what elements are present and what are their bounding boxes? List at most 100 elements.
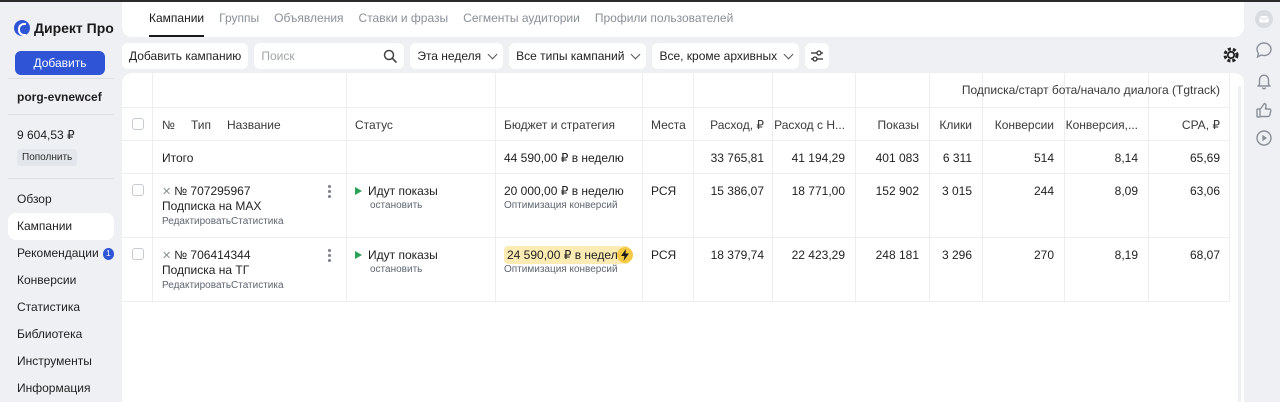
sidebar-nav: Обзор Кампании Рекомендации 1 Конверсии С… bbox=[8, 186, 114, 402]
search-icon bbox=[384, 49, 398, 63]
sidebar-item-label: Информация bbox=[17, 381, 91, 395]
campaign-clicks: 3 296 bbox=[941, 248, 972, 262]
header-spend-vat[interactable]: Расход с Н... bbox=[774, 118, 845, 132]
logo-text: Директ Про bbox=[34, 20, 114, 36]
campaign-budget[interactable]: 20 000,00 ₽ в неделю bbox=[504, 184, 624, 198]
header-impressions[interactable]: Показы bbox=[878, 118, 919, 132]
campaigns-table: Подписка/старт бота/начало диалога (Tgtr… bbox=[122, 73, 1244, 402]
sidebar-item-label: Инструменты bbox=[17, 354, 92, 368]
search-input[interactable]: Поиск bbox=[254, 43, 405, 69]
campaign-places: РСЯ bbox=[651, 248, 677, 262]
row-checkbox[interactable] bbox=[132, 248, 144, 260]
campaign-status: Идут показы bbox=[355, 184, 438, 198]
sidebar-item-label: Статистика bbox=[17, 300, 81, 314]
main-area: Кампании Группы Объявления Ставки и фраз… bbox=[122, 2, 1244, 402]
chevron-down-icon bbox=[487, 49, 498, 59]
campaign-budget[interactable]: 24 590,00 ₽ в неделю bbox=[504, 246, 630, 264]
header-conversion-rate[interactable]: Конверсия,... bbox=[1066, 118, 1138, 132]
lightning-icon[interactable] bbox=[617, 247, 633, 263]
archive-filter-select[interactable]: Все, кроме архивных bbox=[652, 43, 800, 69]
sidebar-item-campaigns[interactable]: Кампании bbox=[8, 213, 114, 240]
thumbs-up-icon[interactable] bbox=[1255, 101, 1273, 119]
header-budget[interactable]: Бюджет и стратегия bbox=[504, 118, 615, 132]
vertical-scrollbar[interactable] bbox=[1238, 86, 1241, 402]
total-budget: 44 590,00 ₽ в неделю bbox=[504, 151, 624, 165]
right-rail bbox=[1249, 2, 1280, 402]
header-places[interactable]: Места bbox=[651, 118, 686, 132]
sidebar-item-label: Библиотека bbox=[17, 327, 83, 341]
period-select[interactable]: Эта неделя bbox=[410, 43, 504, 69]
row-divider bbox=[122, 140, 1230, 141]
header-name[interactable]: Название bbox=[227, 118, 281, 132]
topup-button[interactable]: Пополнить bbox=[17, 149, 78, 166]
campaign-places: РСЯ bbox=[651, 184, 677, 198]
header-status[interactable]: Статус bbox=[355, 118, 393, 132]
sidebar-item-recommendations[interactable]: Рекомендации 1 bbox=[8, 240, 114, 267]
settings-gear-icon[interactable] bbox=[1221, 45, 1241, 65]
statistics-link[interactable]: Статистика bbox=[231, 216, 284, 227]
sidebar-item-tools[interactable]: Инструменты bbox=[8, 348, 114, 375]
campaign-strategy: Оптимизация конверсий bbox=[504, 200, 618, 211]
account-login[interactable]: porg-evnewcef bbox=[17, 90, 102, 104]
tab-bids-phrases[interactable]: Ставки и фразы bbox=[359, 2, 449, 37]
total-impressions: 401 083 bbox=[875, 151, 919, 165]
row-checkbox[interactable] bbox=[132, 184, 144, 196]
status-text: Идут показы bbox=[368, 248, 438, 262]
stop-campaign-link[interactable]: остановить bbox=[370, 200, 422, 211]
divider bbox=[8, 78, 114, 79]
campaign-impressions: 152 902 bbox=[875, 184, 919, 198]
campaign-name-link[interactable]: Подписка на ТГ bbox=[162, 263, 249, 277]
campaign-types-select[interactable]: Все типы кампаний bbox=[509, 43, 647, 69]
header-conversions[interactable]: Конверсии bbox=[995, 118, 1054, 132]
account-balance: 9 604,53 ₽ bbox=[17, 128, 75, 142]
status-text: Идут показы bbox=[368, 184, 438, 198]
header-num[interactable]: № bbox=[162, 118, 175, 132]
row-divider bbox=[122, 237, 1230, 238]
tab-campaigns[interactable]: Кампании bbox=[149, 2, 205, 37]
period-value: Эта неделя bbox=[417, 49, 482, 63]
tab-audience-segments[interactable]: Сегменты аудитории bbox=[463, 2, 580, 37]
sidebar-item-statistics[interactable]: Статистика bbox=[8, 294, 114, 321]
edit-link[interactable]: Редактировать bbox=[162, 280, 231, 291]
campaign-impressions: 248 181 bbox=[875, 248, 919, 262]
campaign-number-text: № 706414344 bbox=[174, 248, 251, 262]
row-menu-icon[interactable] bbox=[328, 185, 332, 199]
total-clicks: 6 311 bbox=[942, 151, 972, 165]
tab-groups[interactable]: Группы bbox=[219, 2, 259, 37]
total-cpa: 65,69 bbox=[1189, 151, 1220, 165]
filters-button[interactable] bbox=[805, 43, 830, 69]
sidebar-item-conversions[interactable]: Конверсии bbox=[8, 267, 114, 294]
edit-link[interactable]: Редактировать bbox=[162, 216, 231, 227]
campaign-number: ✕ № 706414344 bbox=[162, 248, 251, 262]
row-divider bbox=[122, 301, 1230, 302]
campaign-spend: 15 386,07 bbox=[710, 184, 764, 198]
header-clicks[interactable]: Клики bbox=[939, 118, 972, 132]
logo[interactable]: Директ Про bbox=[14, 20, 114, 36]
statistics-link[interactable]: Статистика bbox=[231, 280, 284, 291]
campaign-conversions: 270 bbox=[1033, 248, 1054, 262]
sidebar-item-info[interactable]: Информация bbox=[8, 375, 114, 402]
header-cpa[interactable]: CPA, ₽ bbox=[1182, 118, 1220, 132]
sidebar-item-library[interactable]: Библиотека bbox=[8, 321, 114, 348]
search-placeholder: Поиск bbox=[261, 49, 295, 63]
select-all-checkbox[interactable] bbox=[132, 118, 144, 130]
tab-user-profiles[interactable]: Профили пользователей bbox=[595, 2, 733, 37]
play-circle-icon[interactable] bbox=[1255, 129, 1273, 147]
add-campaign-button[interactable]: Добавить кампанию bbox=[122, 43, 249, 69]
sidebar-item-label: Рекомендации bbox=[17, 246, 99, 260]
bell-icon[interactable] bbox=[1255, 72, 1273, 90]
sidebar: Директ Про Добавить porg-evnewcef 9 604,… bbox=[0, 2, 122, 402]
stop-campaign-link[interactable]: остановить bbox=[370, 264, 422, 275]
sidebar-item-overview[interactable]: Обзор bbox=[8, 186, 114, 213]
campaign-spend: 18 379,74 bbox=[710, 248, 764, 262]
row-menu-icon[interactable] bbox=[328, 249, 332, 263]
tab-ads[interactable]: Объявления bbox=[274, 2, 343, 37]
header-type[interactable]: Тип bbox=[191, 118, 211, 132]
campaign-cpa: 68,07 bbox=[1189, 248, 1220, 262]
campaign-name-link[interactable]: Подписка на MAX bbox=[162, 199, 261, 213]
mail-icon[interactable] bbox=[1255, 10, 1273, 28]
header-spend[interactable]: Расход, ₽ bbox=[710, 118, 764, 132]
add-button[interactable]: Добавить bbox=[15, 51, 105, 75]
chat-icon[interactable] bbox=[1255, 41, 1273, 59]
total-spend: 33 765,81 bbox=[710, 151, 764, 165]
